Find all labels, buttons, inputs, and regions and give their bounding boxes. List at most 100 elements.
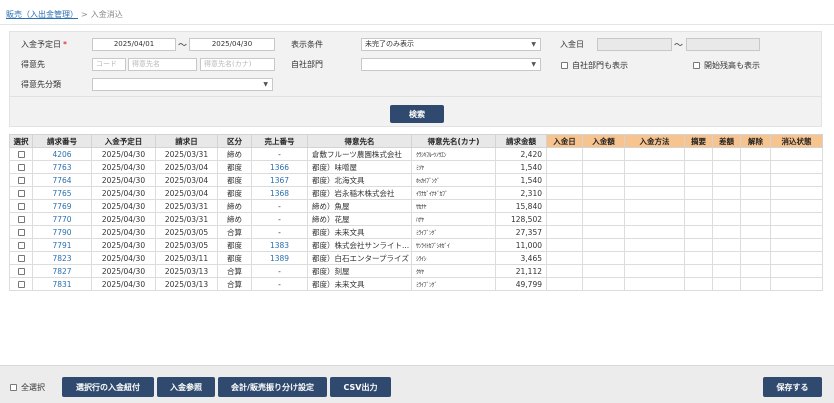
- payment-amount-cell[interactable]: [582, 225, 625, 239]
- payment-amount-cell[interactable]: [582, 173, 625, 187]
- row-select-cell[interactable]: [9, 147, 33, 161]
- header-customer-name[interactable]: 得意先名: [307, 134, 412, 148]
- invoice-no-link[interactable]: 7791: [32, 238, 92, 252]
- release-cell[interactable]: [740, 225, 771, 239]
- row-select-cell[interactable]: [9, 173, 33, 187]
- invoice-no-link[interactable]: 4206: [32, 147, 92, 161]
- due-date-from-input[interactable]: 2025/04/01: [92, 38, 176, 51]
- payment-amount-cell[interactable]: [582, 186, 625, 200]
- due-date-to-input[interactable]: 2025/04/30: [189, 38, 275, 51]
- payment-amount-cell[interactable]: [582, 264, 625, 278]
- customer-name-input[interactable]: 得意先名: [128, 58, 197, 71]
- payment-date-cell[interactable]: [546, 199, 583, 213]
- display-condition-select[interactable]: 未完了のみ表示 ▼: [361, 38, 541, 51]
- payment-method-cell[interactable]: [624, 238, 685, 252]
- header-invoice-no[interactable]: 請求番号: [32, 134, 92, 148]
- payment-amount-cell[interactable]: [582, 160, 625, 174]
- payment-method-cell[interactable]: [624, 199, 685, 213]
- payment-amount-cell[interactable]: [582, 199, 625, 213]
- payment-method-cell[interactable]: [624, 225, 685, 239]
- sales-no-cell[interactable]: 1366: [251, 160, 308, 174]
- payment-amount-cell[interactable]: [582, 277, 625, 291]
- payment-date-cell[interactable]: [546, 173, 583, 187]
- sales-no-cell[interactable]: 1389: [251, 251, 308, 265]
- own-dept-select[interactable]: ▼: [361, 58, 541, 71]
- payment-date-cell[interactable]: [546, 160, 583, 174]
- row-select-cell[interactable]: [9, 186, 33, 200]
- select-all-checkbox[interactable]: 全選択: [10, 382, 45, 393]
- payment-amount-cell[interactable]: [582, 251, 625, 265]
- payment-date-cell[interactable]: [546, 147, 583, 161]
- memo-cell[interactable]: [684, 173, 713, 187]
- payment-method-cell[interactable]: [624, 173, 685, 187]
- payment-method-cell[interactable]: [624, 264, 685, 278]
- memo-cell[interactable]: [684, 199, 713, 213]
- release-cell[interactable]: [740, 173, 771, 187]
- memo-cell[interactable]: [684, 225, 713, 239]
- header-customer-kana[interactable]: 得意先名(カナ): [411, 134, 496, 148]
- search-button[interactable]: 検索: [390, 105, 444, 123]
- release-cell[interactable]: [740, 238, 771, 252]
- invoice-no-link[interactable]: 7831: [32, 277, 92, 291]
- release-cell[interactable]: [740, 277, 771, 291]
- release-cell[interactable]: [740, 147, 771, 161]
- release-cell[interactable]: [740, 251, 771, 265]
- customer-code-input[interactable]: コード: [92, 58, 126, 71]
- allocation-settings-button[interactable]: 会計/販売振り分け設定: [218, 377, 327, 397]
- header-billing-date[interactable]: 請求日: [155, 134, 218, 148]
- release-cell[interactable]: [740, 186, 771, 200]
- invoice-no-link[interactable]: 7765: [32, 186, 92, 200]
- payment-method-cell[interactable]: [624, 212, 685, 226]
- csv-export-button[interactable]: CSV出力: [330, 377, 391, 397]
- row-select-cell[interactable]: [9, 251, 33, 265]
- invoice-no-link[interactable]: 7823: [32, 251, 92, 265]
- memo-cell[interactable]: [684, 238, 713, 252]
- payment-amount-cell[interactable]: [582, 238, 625, 252]
- memo-cell[interactable]: [684, 160, 713, 174]
- sales-no-cell[interactable]: 1367: [251, 173, 308, 187]
- release-cell[interactable]: [740, 199, 771, 213]
- row-select-cell[interactable]: [9, 264, 33, 278]
- payment-amount-cell[interactable]: [582, 147, 625, 161]
- payment-method-cell[interactable]: [624, 147, 685, 161]
- row-select-cell[interactable]: [9, 160, 33, 174]
- customer-class-select[interactable]: ▼: [92, 78, 273, 91]
- memo-cell[interactable]: [684, 147, 713, 161]
- header-category[interactable]: 区分: [217, 134, 252, 148]
- payment-date-cell[interactable]: [546, 251, 583, 265]
- header-due-date[interactable]: 入金予定日: [91, 134, 156, 148]
- memo-cell[interactable]: [684, 212, 713, 226]
- sales-no-cell[interactable]: 1368: [251, 186, 308, 200]
- payment-method-cell[interactable]: [624, 251, 685, 265]
- invoice-no-link[interactable]: 7763: [32, 160, 92, 174]
- header-sales-no[interactable]: 売上番号: [251, 134, 308, 148]
- payment-amount-cell[interactable]: [582, 212, 625, 226]
- payment-date-cell[interactable]: [546, 238, 583, 252]
- row-select-cell[interactable]: [9, 277, 33, 291]
- payment-date-from-input[interactable]: [597, 38, 672, 51]
- payment-date-cell[interactable]: [546, 212, 583, 226]
- row-select-cell[interactable]: [9, 199, 33, 213]
- payment-reference-button[interactable]: 入金参照: [157, 377, 215, 397]
- payment-method-cell[interactable]: [624, 277, 685, 291]
- payment-date-to-input[interactable]: [686, 38, 760, 51]
- row-select-cell[interactable]: [9, 212, 33, 226]
- link-selected-payments-button[interactable]: 選択行の入金紐付: [62, 377, 154, 397]
- invoice-no-link[interactable]: 7827: [32, 264, 92, 278]
- sales-no-cell[interactable]: 1383: [251, 238, 308, 252]
- release-cell[interactable]: [740, 264, 771, 278]
- memo-cell[interactable]: [684, 251, 713, 265]
- row-select-cell[interactable]: [9, 225, 33, 239]
- memo-cell[interactable]: [684, 264, 713, 278]
- payment-date-cell[interactable]: [546, 225, 583, 239]
- payment-date-cell[interactable]: [546, 277, 583, 291]
- payment-method-cell[interactable]: [624, 186, 685, 200]
- save-button[interactable]: 保存する: [763, 377, 822, 397]
- release-cell[interactable]: [740, 212, 771, 226]
- invoice-no-link[interactable]: 7764: [32, 173, 92, 187]
- memo-cell[interactable]: [684, 277, 713, 291]
- row-select-cell[interactable]: [9, 238, 33, 252]
- breadcrumb-parent-link[interactable]: 販売（入出金管理）: [6, 10, 78, 19]
- invoice-no-link[interactable]: 7790: [32, 225, 92, 239]
- show-opening-balance-checkbox[interactable]: 開始残高も表示: [693, 60, 760, 71]
